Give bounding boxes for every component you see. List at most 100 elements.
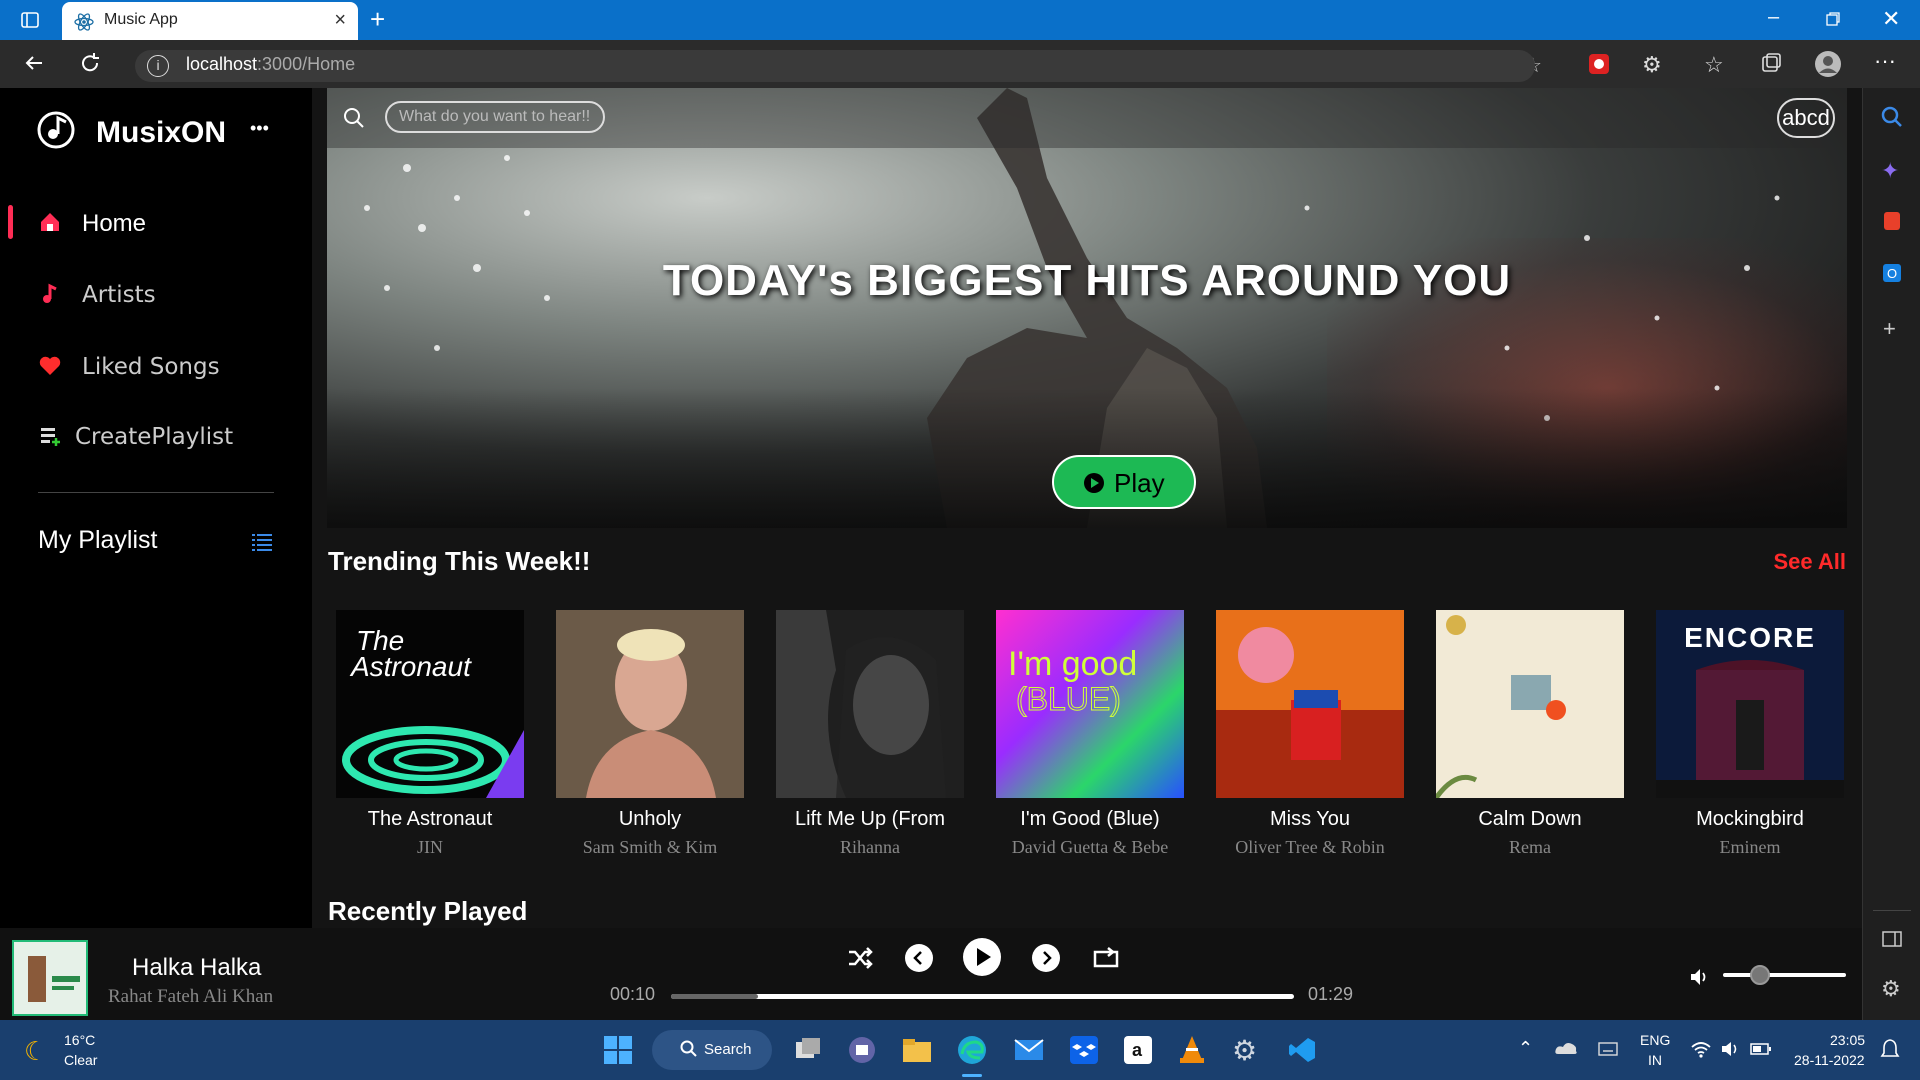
search-input[interactable] [385, 101, 605, 133]
teams-icon[interactable] [848, 1036, 876, 1064]
vscode-icon[interactable] [1288, 1036, 1316, 1064]
svg-text:I'm good: I'm good [1008, 645, 1137, 683]
volume-knob[interactable] [1749, 965, 1770, 985]
song-card[interactable]: Unholy Sam Smith & Kim [555, 610, 745, 858]
close-tab-icon[interactable]: × [334, 9, 346, 32]
settings-gear-icon[interactable]: ⚙ [1881, 976, 1901, 1002]
tab-title: Music App [104, 11, 178, 28]
outlook-icon[interactable]: O [1881, 262, 1903, 284]
tray-chevron-icon[interactable]: ⌃ [1518, 1038, 1533, 1059]
start-icon[interactable] [604, 1036, 632, 1064]
onedrive-icon[interactable] [1554, 1040, 1578, 1056]
list-icon[interactable] [252, 532, 272, 552]
volume-icon[interactable] [1688, 966, 1710, 988]
vlc-icon[interactable] [1178, 1034, 1206, 1064]
song-card[interactable]: Calm Down Rema [1435, 610, 1625, 858]
restore-icon[interactable] [1826, 12, 1840, 26]
minimize-icon[interactable]: – [1768, 6, 1779, 29]
song-card[interactable]: ENCORE Mockingbird Eminem [1655, 610, 1845, 858]
repeat-icon[interactable] [1092, 944, 1120, 972]
notification-icon[interactable] [1880, 1038, 1900, 1060]
file-explorer-icon[interactable] [902, 1036, 932, 1064]
sidebar-item-create-playlist[interactable]: CreatePlaylist [0, 418, 300, 458]
react-icon [74, 12, 94, 32]
svg-text:O: O [1887, 266, 1897, 281]
search-icon[interactable] [343, 107, 365, 129]
sidebar-item-artists[interactable]: Artists [0, 276, 300, 316]
extensions-icon[interactable]: ⚙ [1642, 52, 1662, 78]
album-art: I'm good (BLUE) [996, 610, 1184, 798]
weather-temp[interactable]: 16°C [64, 1032, 95, 1048]
player-bar: Halka Halka Rahat Fateh Ali Khan 00:10 0… [0, 928, 1862, 1020]
office-icon[interactable] [1881, 210, 1903, 232]
song-card[interactable]: The Astronaut The Astronaut JIN [335, 610, 525, 858]
lang-eng[interactable]: ENG [1640, 1032, 1670, 1048]
svg-text:Astronaut: Astronaut [349, 651, 472, 682]
side-divider [1873, 910, 1911, 911]
search-icon[interactable] [1881, 106, 1903, 128]
tab-actions-icon[interactable] [20, 10, 40, 30]
song-artist: David Guetta & Bebe [1011, 837, 1169, 857]
new-tab-icon[interactable]: + [370, 4, 385, 35]
see-all-link[interactable]: See All [1773, 549, 1846, 575]
favorites-icon[interactable]: ☆ [1704, 52, 1724, 78]
lang-in[interactable]: IN [1648, 1052, 1662, 1068]
current-time: 00:10 [610, 984, 656, 1004]
sidebar-divider [38, 492, 274, 493]
battery-icon[interactable] [1750, 1042, 1772, 1056]
dropbox-icon[interactable] [1070, 1036, 1098, 1064]
back-icon[interactable] [22, 51, 46, 75]
weather-desc[interactable]: Clear [64, 1052, 97, 1068]
song-artist: Eminem [1719, 837, 1781, 857]
play-button[interactable] [963, 938, 1001, 976]
now-playing-art[interactable] [12, 940, 88, 1016]
hero-play-button[interactable]: Play [1052, 455, 1196, 509]
url-text[interactable]: localhost:3000/Home [186, 54, 355, 75]
sidebar-more-button[interactable]: ••• [250, 118, 269, 139]
brand-name: MusixON [96, 116, 227, 149]
song-name: Calm Down [1478, 808, 1582, 830]
next-button[interactable] [1032, 944, 1060, 972]
copilot-icon[interactable]: ✦ [1881, 158, 1899, 184]
shuffle-icon[interactable] [846, 944, 874, 972]
close-window-icon[interactable]: ✕ [1882, 6, 1900, 32]
clock-time[interactable]: 23:05 [1830, 1032, 1865, 1048]
play-circle-icon [1084, 473, 1104, 493]
keyboard-icon[interactable] [1598, 1041, 1618, 1057]
my-playlist-label[interactable]: My Playlist [38, 526, 157, 555]
browser-tab-strip: Music App × + – ✕ [0, 0, 1920, 40]
trending-title: Trending This Week!! [328, 546, 591, 576]
amazon-icon[interactable]: a [1124, 1036, 1152, 1064]
volume-slider[interactable] [1723, 965, 1846, 985]
song-card[interactable]: Miss You Oliver Tree & Robin [1215, 610, 1405, 858]
mail-icon[interactable] [1014, 1038, 1044, 1062]
settings-icon[interactable]: ⚙ [1232, 1034, 1257, 1067]
svg-text:a: a [1132, 1040, 1143, 1060]
clock-date[interactable]: 28-11-2022 [1794, 1052, 1865, 1068]
user-badge[interactable]: abcd [1777, 98, 1835, 138]
weather-moon-icon[interactable]: ☾ [24, 1036, 47, 1067]
task-view-icon[interactable] [794, 1036, 822, 1064]
more-options-icon[interactable]: ··· [1874, 48, 1896, 74]
song-card[interactable]: Lift Me Up (From Rihanna [775, 610, 965, 858]
sidebar-item-home[interactable]: Home [0, 204, 300, 244]
speaker-icon[interactable] [1720, 1039, 1742, 1059]
sidebar-item-liked-songs[interactable]: Liked Songs [0, 348, 300, 388]
wifi-icon[interactable] [1690, 1040, 1712, 1058]
edge-icon[interactable] [956, 1034, 988, 1066]
add-icon[interactable]: + [1883, 316, 1896, 342]
panel-toggle-icon[interactable] [1881, 928, 1903, 950]
progress-track[interactable] [671, 994, 1294, 999]
extension-red-icon[interactable] [1588, 53, 1610, 75]
song-card[interactable]: I'm good (BLUE) I'm Good (Blue) David Gue… [995, 610, 1185, 858]
collections-icon[interactable] [1760, 52, 1782, 74]
home-icon [38, 210, 62, 234]
taskbar-search[interactable]: Search [652, 1030, 772, 1070]
profile-avatar-icon[interactable] [1814, 50, 1842, 78]
sidebar-item-label: Liked Songs [82, 354, 220, 380]
browser-tab[interactable]: Music App × [62, 2, 358, 40]
refresh-icon[interactable] [78, 51, 102, 75]
hero-play-label: Play [1114, 468, 1165, 498]
previous-button[interactable] [905, 944, 933, 972]
top-bar: abcd [327, 88, 1847, 148]
